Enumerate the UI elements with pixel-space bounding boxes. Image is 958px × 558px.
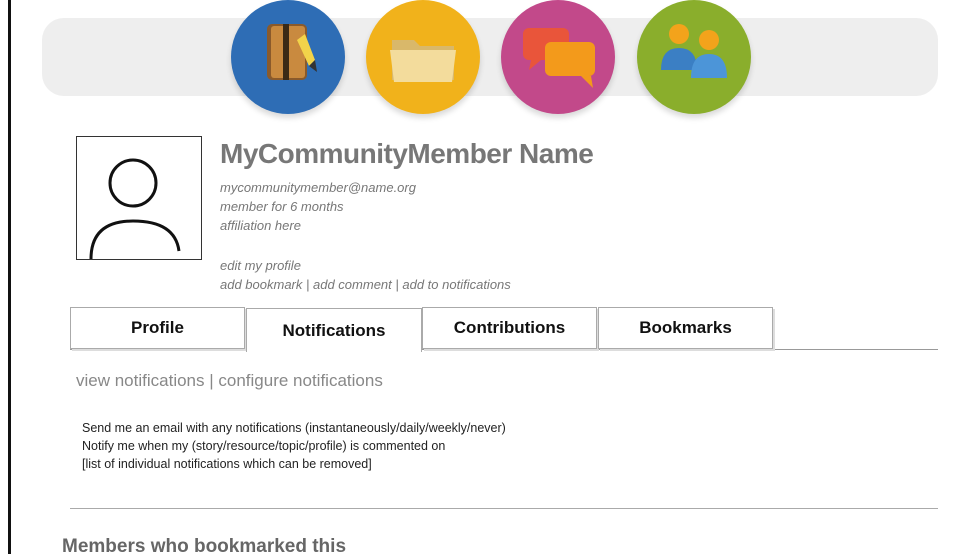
header-bar <box>42 18 938 96</box>
nav-chat-button[interactable] <box>501 0 615 114</box>
tabs-baseline <box>70 349 938 350</box>
user-silhouette-icon <box>89 158 181 260</box>
tab-contributions[interactable]: Contributions <box>422 307 597 349</box>
tab-bookmarks[interactable]: Bookmarks <box>598 307 773 349</box>
member-email: mycommunitymember@name.org <box>220 180 416 195</box>
chat-icon <box>523 28 595 88</box>
member-tenure: member for 6 months <box>220 199 344 214</box>
section-divider <box>70 508 938 509</box>
separator: | <box>302 277 313 292</box>
people-icon <box>661 24 727 78</box>
add-comment-link[interactable]: add comment <box>313 277 392 292</box>
left-border <box>8 0 11 554</box>
members-bookmarked-heading: Members who bookmarked this <box>62 536 347 557</box>
configure-notifications-link[interactable]: configure notifications <box>218 371 382 390</box>
nav-notebook-button[interactable] <box>231 0 345 114</box>
folder-icon <box>390 40 456 82</box>
setting-notification-list: [list of individual notifications which … <box>82 457 372 471</box>
notifications-subnav: view notifications | configure notificat… <box>76 371 383 391</box>
tab-notifications[interactable]: Notifications <box>246 308 422 352</box>
setting-comment-notify: Notify me when my (story/resource/topic/… <box>82 439 446 453</box>
view-notifications-link[interactable]: view notifications <box>76 371 205 390</box>
nav-folder-button[interactable] <box>366 0 480 114</box>
avatar <box>76 136 202 260</box>
nav-people-button[interactable] <box>637 0 751 114</box>
member-affiliation: affiliation here <box>220 218 301 233</box>
add-bookmark-link[interactable]: add bookmark <box>220 277 302 292</box>
notebook-icon <box>267 24 317 80</box>
profile-actions: add bookmark | add comment | add to noti… <box>220 277 511 292</box>
member-name: MyCommunityMember Name <box>220 138 594 169</box>
tab-profile[interactable]: Profile <box>70 307 245 349</box>
separator: | <box>204 371 219 390</box>
setting-email-frequency: Send me an email with any notifications … <box>82 421 506 435</box>
add-to-notifications-link[interactable]: add to notifications <box>402 277 510 292</box>
separator: | <box>391 277 403 292</box>
edit-profile-link[interactable]: edit my profile <box>220 258 301 273</box>
